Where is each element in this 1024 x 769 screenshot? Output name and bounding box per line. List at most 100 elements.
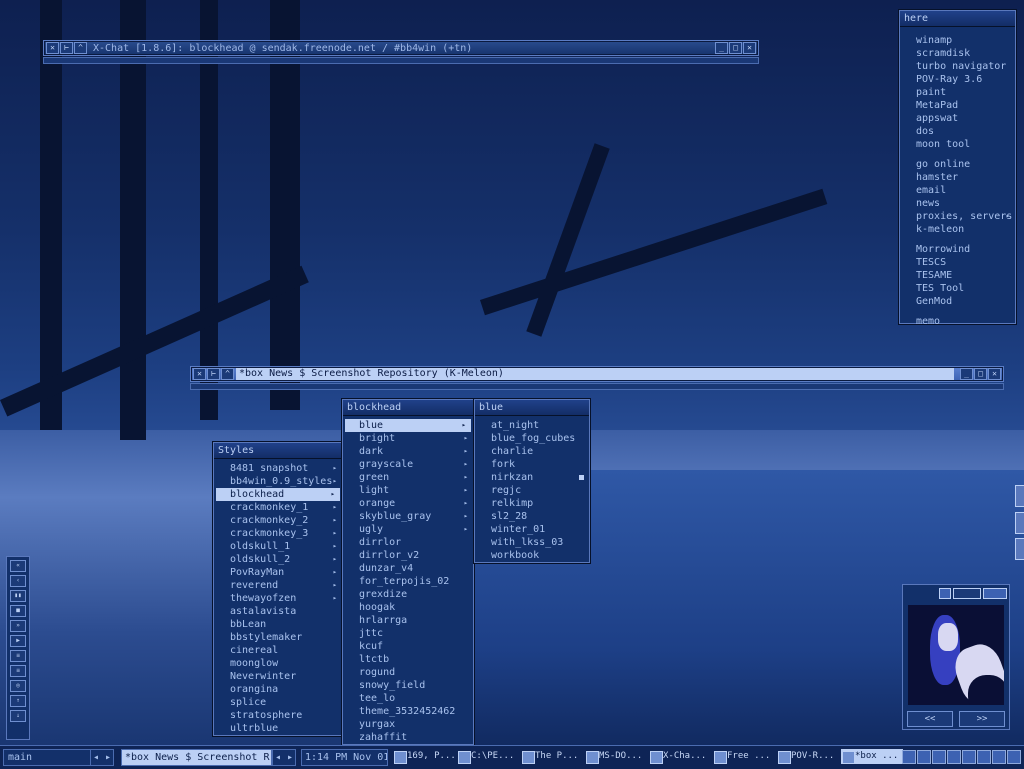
volume-icon[interactable]	[977, 750, 991, 764]
tray-icon[interactable]	[932, 750, 946, 764]
close-icon[interactable]: ✕	[988, 368, 1001, 380]
menu-item[interactable]: turbo navigator	[900, 60, 1015, 73]
menu-item[interactable]: POV-Ray 3.6	[900, 73, 1015, 86]
menu-item[interactable]: moonglow	[214, 657, 342, 670]
browser-handle-bar[interactable]	[190, 383, 1004, 390]
menu-item[interactable]: rogund	[343, 666, 473, 679]
menu-icon[interactable]: ≡	[10, 665, 26, 677]
menu-item[interactable]: blue ▸	[345, 419, 471, 432]
menu-item[interactable]: sl2_28	[475, 510, 589, 523]
browser-titlebar[interactable]: ✕ ⊢ ^ *box News $ Screenshot Repository …	[190, 366, 1004, 382]
menu-item[interactable]: tee_lo	[343, 692, 473, 705]
menu-item[interactable]: MetaPad	[900, 99, 1015, 112]
menu-item[interactable]: regjc	[475, 484, 589, 497]
menu-item[interactable]: kcuf	[343, 640, 473, 653]
menu-item[interactable]: nirkzan	[475, 471, 589, 484]
menu-item[interactable]: ltctb	[343, 653, 473, 666]
menu-item[interactable]: dos	[900, 125, 1015, 138]
prev-workspace-button[interactable]: ◂ ▸	[90, 749, 114, 766]
menu-item[interactable]: proxies, servers ▸	[900, 210, 1015, 223]
menu-item[interactable]: memo	[900, 315, 1015, 328]
prev-window-button[interactable]: ◂ ▸	[272, 749, 296, 766]
star-icon[interactable]	[917, 750, 931, 764]
pin-icon[interactable]: ⊢	[207, 368, 220, 380]
taskbar-task-button[interactable]: 169, P...	[393, 749, 455, 764]
maximize-icon[interactable]: □	[974, 368, 987, 380]
menu-item[interactable]: reverend ▸	[214, 579, 342, 592]
taskbar-task-button[interactable]: *box ...	[841, 749, 903, 764]
shade-icon[interactable]: ^	[221, 368, 234, 380]
menu-item[interactable]: zahaffit	[343, 731, 473, 744]
menu-item[interactable]: TES Tool	[900, 282, 1015, 295]
menu-item[interactable]: relkimp	[475, 497, 589, 510]
widget-button[interactable]	[939, 588, 951, 599]
menu-item[interactable]: orangina	[214, 683, 342, 696]
menu-item[interactable]: oldskull_2 ▸	[214, 553, 342, 566]
tray-icon[interactable]	[962, 750, 976, 764]
prev-icon[interactable]: ‹	[10, 575, 26, 587]
slit-handle[interactable]	[1015, 512, 1024, 534]
menu-item[interactable]: hrlarrga	[343, 614, 473, 627]
menu-item[interactable]: winamp	[900, 34, 1015, 47]
widget-button[interactable]	[983, 588, 1007, 599]
menu-item[interactable]: splice	[214, 696, 342, 709]
taskbar-task-button[interactable]: The P...	[521, 749, 583, 764]
stop-icon[interactable]: ■	[10, 605, 26, 617]
menu-item[interactable]: hamster	[900, 171, 1015, 184]
menu-item[interactable]: at_night	[475, 419, 589, 432]
menu-item[interactable]: go online	[900, 158, 1015, 171]
menu-item[interactable]: bbLean	[214, 618, 342, 631]
next-image-button[interactable]: >>	[959, 711, 1005, 727]
taskbar-task-button[interactable]: MS-DO...	[585, 749, 647, 764]
taskbar-task-button[interactable]: X-Cha...	[649, 749, 711, 764]
menu-item[interactable]: bbstylemaker	[214, 631, 342, 644]
eject-icon[interactable]: ◎	[10, 680, 26, 692]
menu-item[interactable]: grexdize	[343, 588, 473, 601]
menu-item[interactable]: green ▸	[343, 471, 473, 484]
shade-icon[interactable]: ^	[74, 42, 87, 54]
play-icon[interactable]: ▶	[10, 635, 26, 647]
menu-item[interactable]: jttc	[343, 627, 473, 640]
close-icon[interactable]: ✕	[46, 42, 59, 54]
menu-item[interactable]: email	[900, 184, 1015, 197]
menu-item[interactable]: thewayofzen ▸	[214, 592, 342, 605]
taskbar-task-button[interactable]: C:\PE...	[457, 749, 519, 764]
menu-item[interactable]: Neverwinter	[214, 670, 342, 683]
widget-button[interactable]	[953, 588, 981, 599]
menu-item[interactable]: appswat	[900, 112, 1015, 125]
menu-item[interactable]: crackmonkey_2 ▸	[214, 514, 342, 527]
down-icon[interactable]: ↓	[10, 710, 26, 722]
menu-item[interactable]: bb4win_0.9_styles ▸	[214, 475, 342, 488]
menu-item[interactable]: grayscale ▸	[343, 458, 473, 471]
menu-item[interactable]: astalavista	[214, 605, 342, 618]
menu-item[interactable]: cinereal	[214, 644, 342, 657]
minimize-icon[interactable]: _	[960, 368, 973, 380]
menu-item[interactable]: with_lkss_03	[475, 536, 589, 549]
tray-icon[interactable]	[992, 750, 1006, 764]
menu-item[interactable]: bright ▸	[343, 432, 473, 445]
pin-icon[interactable]: ⊢	[60, 42, 73, 54]
menu-item[interactable]: moon tool	[900, 138, 1015, 151]
menu-item[interactable]: ugly ▸	[343, 523, 473, 536]
menu-item[interactable]: blue_fog_cubes	[475, 432, 589, 445]
close-icon[interactable]: ✕	[743, 42, 756, 54]
menu-item[interactable]: news	[900, 197, 1015, 210]
menu-item[interactable]: orange ▸	[343, 497, 473, 510]
menu-item[interactable]: crackmonkey_1 ▸	[214, 501, 342, 514]
menu-item[interactable]: stratosphere	[214, 709, 342, 722]
minimize-icon[interactable]: _	[715, 42, 728, 54]
menu-item[interactable]: dirrlor	[343, 536, 473, 549]
list-icon[interactable]: ≡	[10, 650, 26, 662]
xchat-titlebar[interactable]: ✕ ⊢ ^ X-Chat [1.8.6]: blockhead @ sendak…	[43, 40, 759, 56]
taskbar-task-button[interactable]: POV-R...	[777, 749, 839, 764]
tray-icon[interactable]	[902, 750, 916, 764]
menu-item[interactable]: winter_01	[475, 523, 589, 536]
menu-item[interactable]: blockhead ▸	[216, 488, 340, 501]
menu-item[interactable]: for_terpojis_02	[343, 575, 473, 588]
menu-item[interactable]: paint	[900, 86, 1015, 99]
slit-handle[interactable]	[1015, 485, 1024, 507]
pause-icon[interactable]: ▮▮	[10, 590, 26, 602]
menu-item[interactable]: scramdisk	[900, 47, 1015, 60]
xchat-handle-bar[interactable]	[43, 57, 759, 64]
menu-item[interactable]: charlie	[475, 445, 589, 458]
